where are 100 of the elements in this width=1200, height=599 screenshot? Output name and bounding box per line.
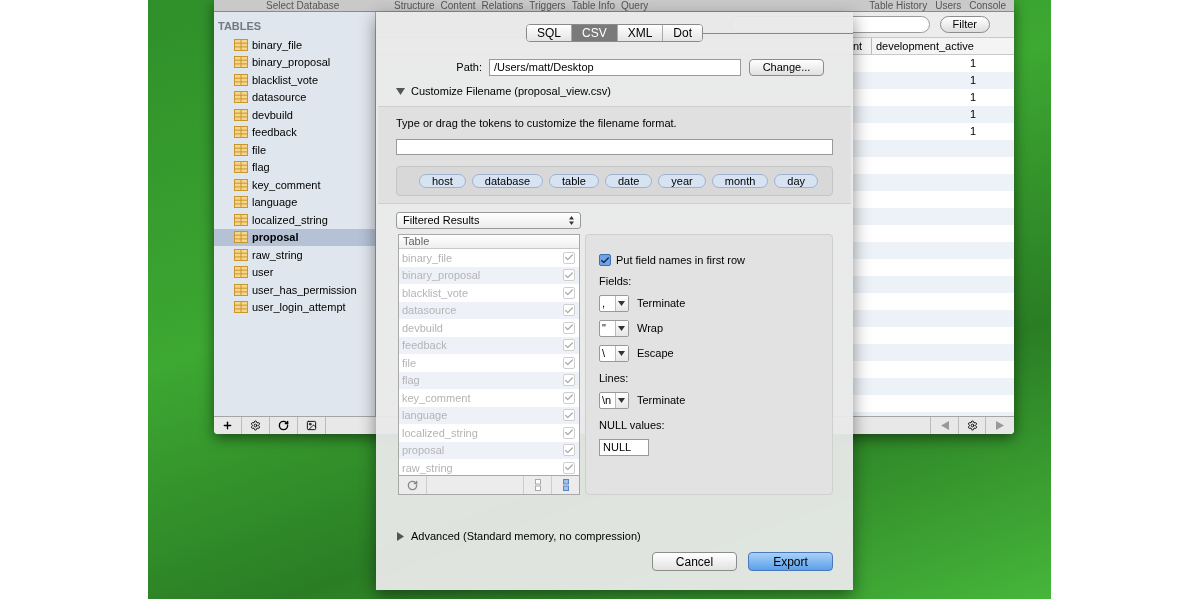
plus-icon <box>222 420 233 431</box>
caret-icon <box>618 398 626 403</box>
table-icon <box>234 91 248 104</box>
include-checkbox[interactable] <box>563 286 575 299</box>
include-checkbox[interactable] <box>563 339 575 352</box>
table-icon <box>234 73 248 86</box>
disclosure-triangle-icon[interactable] <box>396 86 405 96</box>
sidebar-item[interactable]: language <box>214 193 375 211</box>
table-icon <box>234 231 248 244</box>
include-checkbox[interactable] <box>563 321 575 334</box>
table-icon <box>234 143 248 156</box>
combo-box[interactable]: \n <box>599 392 629 409</box>
null-value-field[interactable]: NULL <box>599 439 649 456</box>
sidebar-item[interactable]: key_comment <box>214 176 375 194</box>
table-list-item: devbuild <box>402 320 443 336</box>
sidebar-item[interactable]: user_login_attempt <box>214 298 375 316</box>
include-checkbox[interactable] <box>563 409 575 422</box>
gear-menu-button[interactable] <box>958 416 986 434</box>
toolbar-tab[interactable]: Table History <box>869 1 928 11</box>
sidebar-item[interactable]: user_has_permission <box>214 281 375 299</box>
include-checkbox[interactable] <box>563 426 575 439</box>
gear-icon <box>966 420 978 431</box>
disclosure-triangle-icon[interactable] <box>396 531 405 541</box>
column-header[interactable]: nt <box>853 37 871 55</box>
format-tab[interactable]: Dot <box>662 25 703 41</box>
sidebar-item[interactable]: binary_file <box>214 36 375 54</box>
include-checkbox[interactable] <box>563 356 575 369</box>
toolbar-tab[interactable]: Structure <box>394 1 435 11</box>
toolbar-tab[interactable]: Triggers <box>529 1 566 11</box>
table-cell-text: 1 <box>970 124 977 140</box>
toolbar-tab[interactable]: Relations <box>481 1 524 11</box>
sidebar-item[interactable]: binary_proposal <box>214 53 375 71</box>
filename-token[interactable]: month <box>711 173 769 188</box>
sidebar-item[interactable]: proposal <box>214 228 375 246</box>
gear-icon <box>250 420 261 431</box>
combo-box[interactable]: , <box>599 295 629 312</box>
include-checkbox[interactable] <box>563 269 575 282</box>
format-tab[interactable]: CSV <box>570 25 617 41</box>
sidebar-item[interactable]: devbuild <box>214 106 375 124</box>
advanced-toggle[interactable]: Advanced (Standard memory, no compression) <box>411 527 641 545</box>
toolbar-tab[interactable]: Users <box>935 1 962 11</box>
path-field[interactable]: /Users/matt/Desktop <box>489 58 741 76</box>
table-cell-text: 1 <box>970 90 977 106</box>
combo-box[interactable]: " <box>599 320 629 337</box>
include-checkbox[interactable] <box>563 304 575 317</box>
filename-format-field[interactable] <box>396 138 833 155</box>
combo-label: Terminate <box>637 393 686 409</box>
source-select[interactable]: Filtered Results <box>396 212 581 229</box>
format-tab[interactable]: XML <box>616 25 663 41</box>
checkbox[interactable] <box>599 254 611 266</box>
table-icon <box>234 266 248 279</box>
combo-box[interactable]: \ <box>599 345 629 362</box>
filter-button[interactable]: Filter <box>939 16 990 33</box>
table-cell-text: 1 <box>970 107 977 123</box>
filename-token[interactable]: date <box>604 173 653 188</box>
sidebar-item[interactable]: file <box>214 141 375 159</box>
sidebar-item[interactable]: flag <box>214 158 375 176</box>
format-tab[interactable]: SQL <box>526 25 571 41</box>
change-button[interactable]: Change... <box>749 58 824 76</box>
include-checkbox[interactable] <box>563 251 575 264</box>
table-icon <box>234 56 248 69</box>
section-label: Fields: <box>599 274 633 287</box>
include-checkbox[interactable] <box>563 391 575 404</box>
filename-hint: Type or drag the tokens to customize the filename format. <box>396 116 678 131</box>
table-cell-text: 1 <box>970 56 977 72</box>
checkbox-label: Put field names in first row <box>616 252 745 268</box>
toolbar-tab[interactable]: Content <box>440 1 476 11</box>
right-triangle-icon <box>996 421 1004 430</box>
filename-token[interactable]: year <box>658 173 706 188</box>
sidebar-item[interactable]: raw_string <box>214 246 375 264</box>
export-button[interactable]: Export <box>748 552 833 571</box>
toolbar-tab[interactable]: Console <box>969 1 1006 11</box>
filename-token[interactable]: day <box>774 173 819 188</box>
table-name: user_login_attempt <box>252 300 346 315</box>
customize-filename-toggle[interactable]: Customize Filename (proposal_view.csv) <box>411 82 611 100</box>
sidebar-item[interactable]: user <box>214 263 375 281</box>
table-cell-text: 1 <box>970 73 977 89</box>
filename-token[interactable]: database <box>471 173 544 188</box>
table-list-item: key_comment <box>402 390 471 406</box>
column-header[interactable]: development_active <box>871 37 981 55</box>
sidebar-item[interactable]: datasource <box>214 88 375 106</box>
sidebar-item[interactable]: blacklist_vote <box>214 71 375 89</box>
cancel-button[interactable]: Cancel <box>652 552 737 571</box>
toolbar-tab[interactable]: Query <box>621 1 649 11</box>
table-column-header[interactable]: Table <box>399 233 579 250</box>
table-icon <box>234 283 248 296</box>
include-checkbox[interactable] <box>563 461 575 474</box>
filename-token[interactable]: table <box>549 173 599 188</box>
filename-token[interactable]: host <box>419 173 466 188</box>
table-name: binary_proposal <box>252 55 331 70</box>
toolbar-label[interactable]: Select Database <box>266 1 376 11</box>
include-checkbox[interactable] <box>563 444 575 457</box>
include-checkbox[interactable] <box>563 374 575 387</box>
toolbar-tab[interactable]: Table Info <box>571 1 615 11</box>
table-name: proposal <box>252 230 299 245</box>
sidebar-item[interactable]: localized_string <box>214 211 375 229</box>
table-list-item: binary_proposal <box>402 268 481 283</box>
sidebar-item[interactable]: feedback <box>214 123 375 141</box>
table-name: flag <box>252 160 270 175</box>
table-name: feedback <box>252 125 297 140</box>
